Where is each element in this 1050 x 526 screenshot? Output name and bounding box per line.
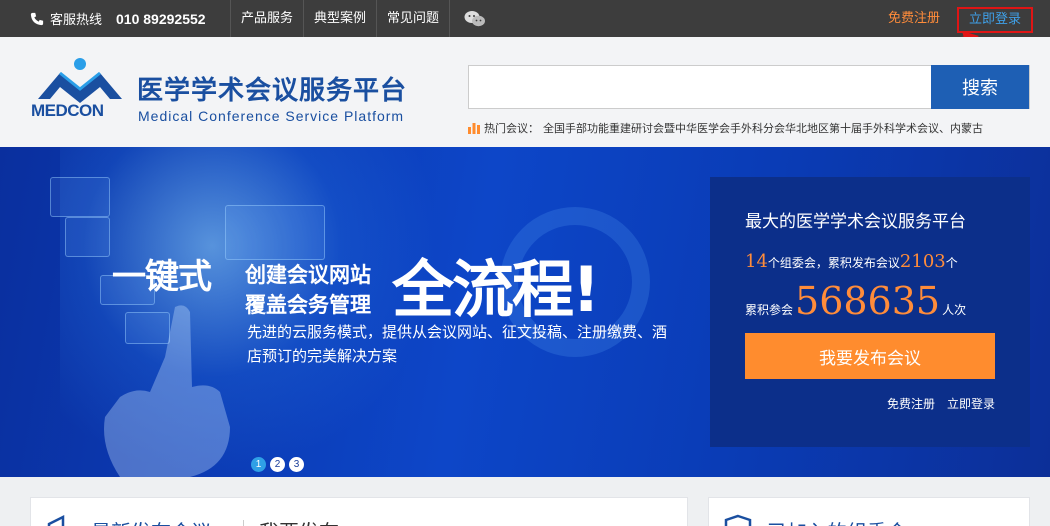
card-stats-attendees: 累积参会 568635 人次 — [745, 279, 966, 323]
panel-divider — [243, 520, 244, 526]
wechat-icon — [464, 10, 486, 26]
hot-meetings-label: 热门会议： — [484, 122, 539, 135]
site-logo[interactable]: MEDCON 医学学术会议服务平台 Medical Conference Ser… — [30, 57, 420, 127]
attendees-count: 568635 — [795, 279, 941, 323]
committees-count: 14 — [745, 251, 768, 272]
search-input[interactable] — [469, 66, 932, 108]
committees-suffix: 个组委会，累积发布会议 — [767, 256, 900, 270]
logo-brand: MEDCON — [31, 101, 104, 120]
hot-meetings-text[interactable]: 全国手部功能重建研讨会暨中华医学会手外科分会华北地区第十届手外科学术会议、内蒙古 — [543, 120, 983, 136]
carousel-dot-2[interactable]: 2 — [270, 457, 285, 472]
top-nav: 产品服务 典型案例 常见问题 — [230, 0, 500, 37]
hot-bars-icon — [468, 123, 480, 134]
wechat-link[interactable] — [449, 0, 500, 37]
carousel-dot-1[interactable]: 1 — [251, 457, 266, 472]
card-title: 最大的医学学术会议服务平台 — [745, 212, 966, 232]
deco-panel — [65, 217, 110, 257]
nav-faq[interactable]: 常见问题 — [376, 0, 449, 37]
logo-cn-title: 医学学术会议服务平台 — [137, 76, 408, 106]
carousel-dot-3[interactable]: 3 — [289, 457, 304, 472]
latest-meetings-title[interactable]: 最新发布会议 — [91, 516, 211, 526]
card-stats-meetings: 14个组委会，累积发布会议2103个 — [745, 251, 958, 272]
megaphone-icon — [47, 514, 65, 526]
hot-meetings: 热门会议： 全国手部功能重建研讨会暨中华医学会手外科分会华北地区第十届手外科学术… — [468, 119, 1028, 137]
hand-illustration — [104, 305, 230, 477]
card-register-link[interactable]: 免费注册 — [887, 395, 935, 412]
top-bar: 客服热线 010 89292552 产品服务 典型案例 常见问题 免费注册 立即… — [0, 0, 1050, 37]
shield-icon — [724, 514, 752, 526]
joined-committees-panel: 已加入的组委会 — [708, 497, 1030, 526]
deco-panel — [50, 177, 110, 217]
banner-subtext: 先进的云服务模式，提供从会议网站、征文投稿、注册缴费、酒店预订的完美解决方案 — [247, 323, 668, 365]
publish-meeting-button[interactable]: 我要发布会议 — [745, 333, 995, 379]
hero-banner[interactable]: 一键式 创建会议网站 覆盖会务管理 全流程! 先进的云服务模式，提供从会议网站、… — [0, 147, 1050, 477]
card-links: 免费注册 立即登录 — [887, 395, 995, 412]
hotline-label: 客服热线 — [50, 13, 103, 28]
slogan-management: 覆盖会务管理 — [245, 293, 371, 317]
card-login-link[interactable]: 立即登录 — [947, 395, 995, 412]
nav-products[interactable]: 产品服务 — [230, 0, 303, 37]
publish-tab-title[interactable]: 我要发布 — [259, 516, 339, 526]
hotline: 客服热线 010 89292552 — [30, 0, 206, 37]
carousel-dots: 1 2 3 — [251, 457, 304, 472]
slogan-one-click: 一键式 — [112, 257, 212, 297]
search-box: 搜索 — [468, 65, 1030, 109]
attend-suffix: 人次 — [942, 303, 967, 317]
header: MEDCON 医学学术会议服务平台 Medical Conference Ser… — [0, 37, 1050, 147]
logo-en-title: Medical Conference Service Platform — [138, 108, 405, 124]
hotline-number: 010 89292552 — [116, 10, 206, 27]
stats-card: 最大的医学学术会议服务平台 14个组委会，累积发布会议2103个 累积参会 56… — [710, 177, 1030, 447]
slogan-full-process: 全流程! — [392, 253, 600, 326]
deco-panel — [225, 205, 325, 260]
search-button[interactable]: 搜索 — [931, 65, 1029, 109]
joined-committees-title[interactable]: 已加入的组委会 — [767, 516, 907, 526]
nav-cases[interactable]: 典型案例 — [303, 0, 376, 37]
attend-prefix: 累积参会 — [745, 303, 794, 317]
latest-meetings-panel: 最新发布会议 我要发布 — [30, 497, 688, 526]
phone-icon — [30, 12, 44, 25]
slogan-create-site: 创建会议网站 — [245, 263, 371, 287]
meetings-count: 2103 — [899, 251, 946, 272]
meetings-suffix: 个 — [945, 256, 958, 270]
